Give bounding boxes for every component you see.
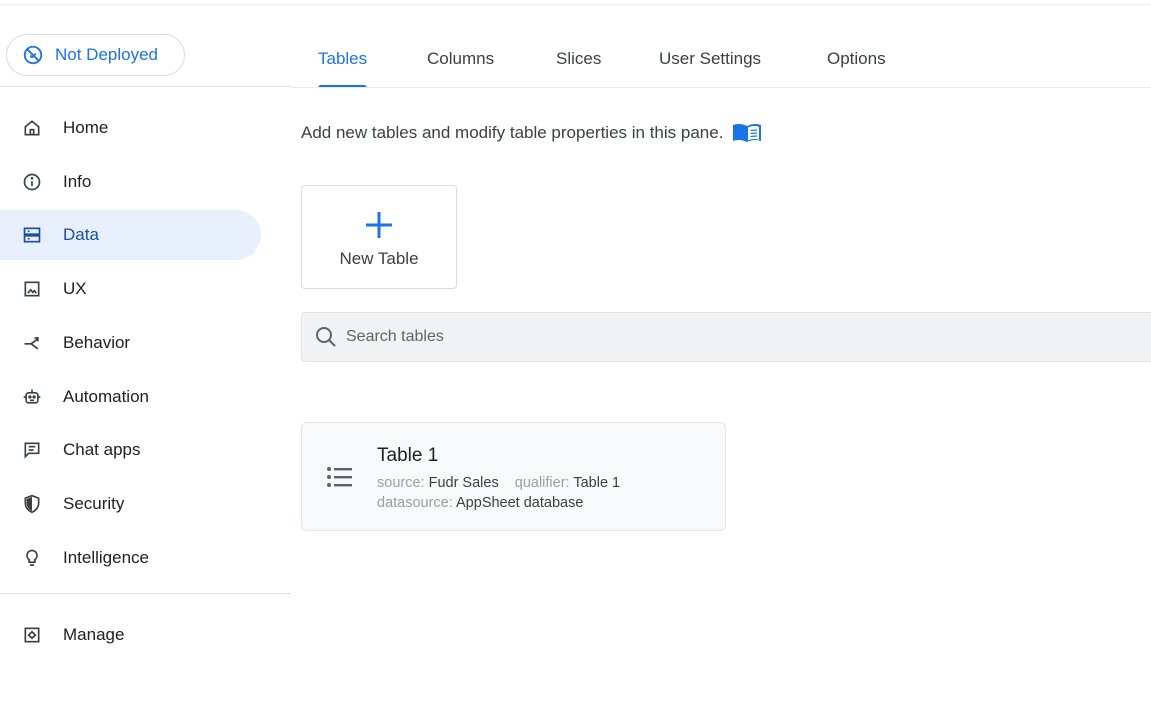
tab-options[interactable]: Options [827, 40, 886, 88]
sidebar-item-ux[interactable]: UX [0, 264, 261, 314]
datasource-key: datasource: [377, 495, 453, 511]
sidebar: Not Deployed Home Info Data UX Behavior [0, 0, 291, 719]
table-card[interactable]: Table 1 source: Fudr Sales qualifier: Ta… [301, 422, 726, 531]
sidebar-item-label: Data [63, 225, 99, 244]
sidebar-item-security[interactable]: Security [0, 479, 261, 529]
tab-user-settings[interactable]: User Settings [659, 40, 761, 88]
new-table-label: New Table [339, 249, 419, 268]
list-icon [326, 465, 354, 489]
not-deployed-icon [22, 44, 44, 66]
sidebar-item-data[interactable]: Data [0, 210, 261, 260]
deploy-status-chip[interactable]: Not Deployed [6, 34, 185, 76]
tab-columns[interactable]: Columns [427, 40, 494, 88]
sidebar-item-label: Security [63, 494, 125, 513]
sidebar-item-label: Manage [63, 625, 125, 644]
sidebar-item-label: UX [63, 279, 87, 298]
qualifier-value: Table 1 [573, 475, 621, 491]
shield-icon [21, 493, 43, 515]
sidebar-item-info[interactable]: Info [0, 157, 261, 207]
source-value: Fudr Sales [428, 475, 499, 491]
sidebar-item-label: Home [63, 118, 109, 137]
data-icon [21, 224, 43, 246]
info-icon [21, 171, 43, 193]
search-bar [301, 312, 1151, 362]
tab-bar: Tables Columns Slices User Settings Opti… [291, 40, 1151, 88]
new-table-button[interactable]: New Table [301, 185, 457, 289]
search-input[interactable] [346, 328, 1046, 346]
table-meta: source: Fudr Sales qualifier: Table 1 da… [377, 473, 637, 513]
home-icon [21, 117, 43, 139]
sidebar-item-label: Automation [63, 387, 149, 406]
qualifier-key: qualifier: [514, 475, 570, 491]
robot-icon [21, 386, 43, 408]
sidebar-item-automation[interactable]: Automation [0, 372, 261, 422]
tab-slices[interactable]: Slices [556, 40, 601, 88]
search-icon [314, 325, 338, 349]
datasource-value: AppSheet database [456, 495, 584, 511]
image-icon [21, 278, 43, 300]
sidebar-divider [0, 593, 291, 594]
sidebar-item-label: Behavior [63, 333, 131, 352]
sidebar-item-home[interactable]: Home [0, 103, 261, 153]
behavior-icon [21, 332, 43, 354]
source-key: source: [377, 475, 425, 491]
tabs-divider [291, 87, 1151, 88]
deploy-status-label: Not Deployed [55, 45, 159, 64]
manage-icon [21, 624, 43, 646]
table-name: Table 1 [377, 445, 439, 466]
chat-icon [21, 439, 43, 461]
sidebar-item-chat-apps[interactable]: Chat apps [0, 425, 261, 475]
sidebar-divider [0, 86, 291, 87]
sidebar-item-intelligence[interactable]: Intelligence [0, 533, 261, 583]
tab-tables[interactable]: Tables [318, 40, 368, 88]
sidebar-item-manage[interactable]: Manage [0, 610, 261, 660]
lightbulb-icon [21, 547, 43, 569]
sidebar-item-label: Info [63, 172, 92, 191]
sidebar-item-behavior[interactable]: Behavior [0, 318, 261, 368]
pane-description-text: Add new tables and modify table properti… [301, 123, 724, 142]
sidebar-item-label: Chat apps [63, 440, 141, 459]
sidebar-item-label: Intelligence [63, 548, 150, 567]
book-icon[interactable] [732, 122, 762, 144]
pane-description: Add new tables and modify table properti… [301, 122, 762, 144]
plus-icon [362, 208, 396, 242]
